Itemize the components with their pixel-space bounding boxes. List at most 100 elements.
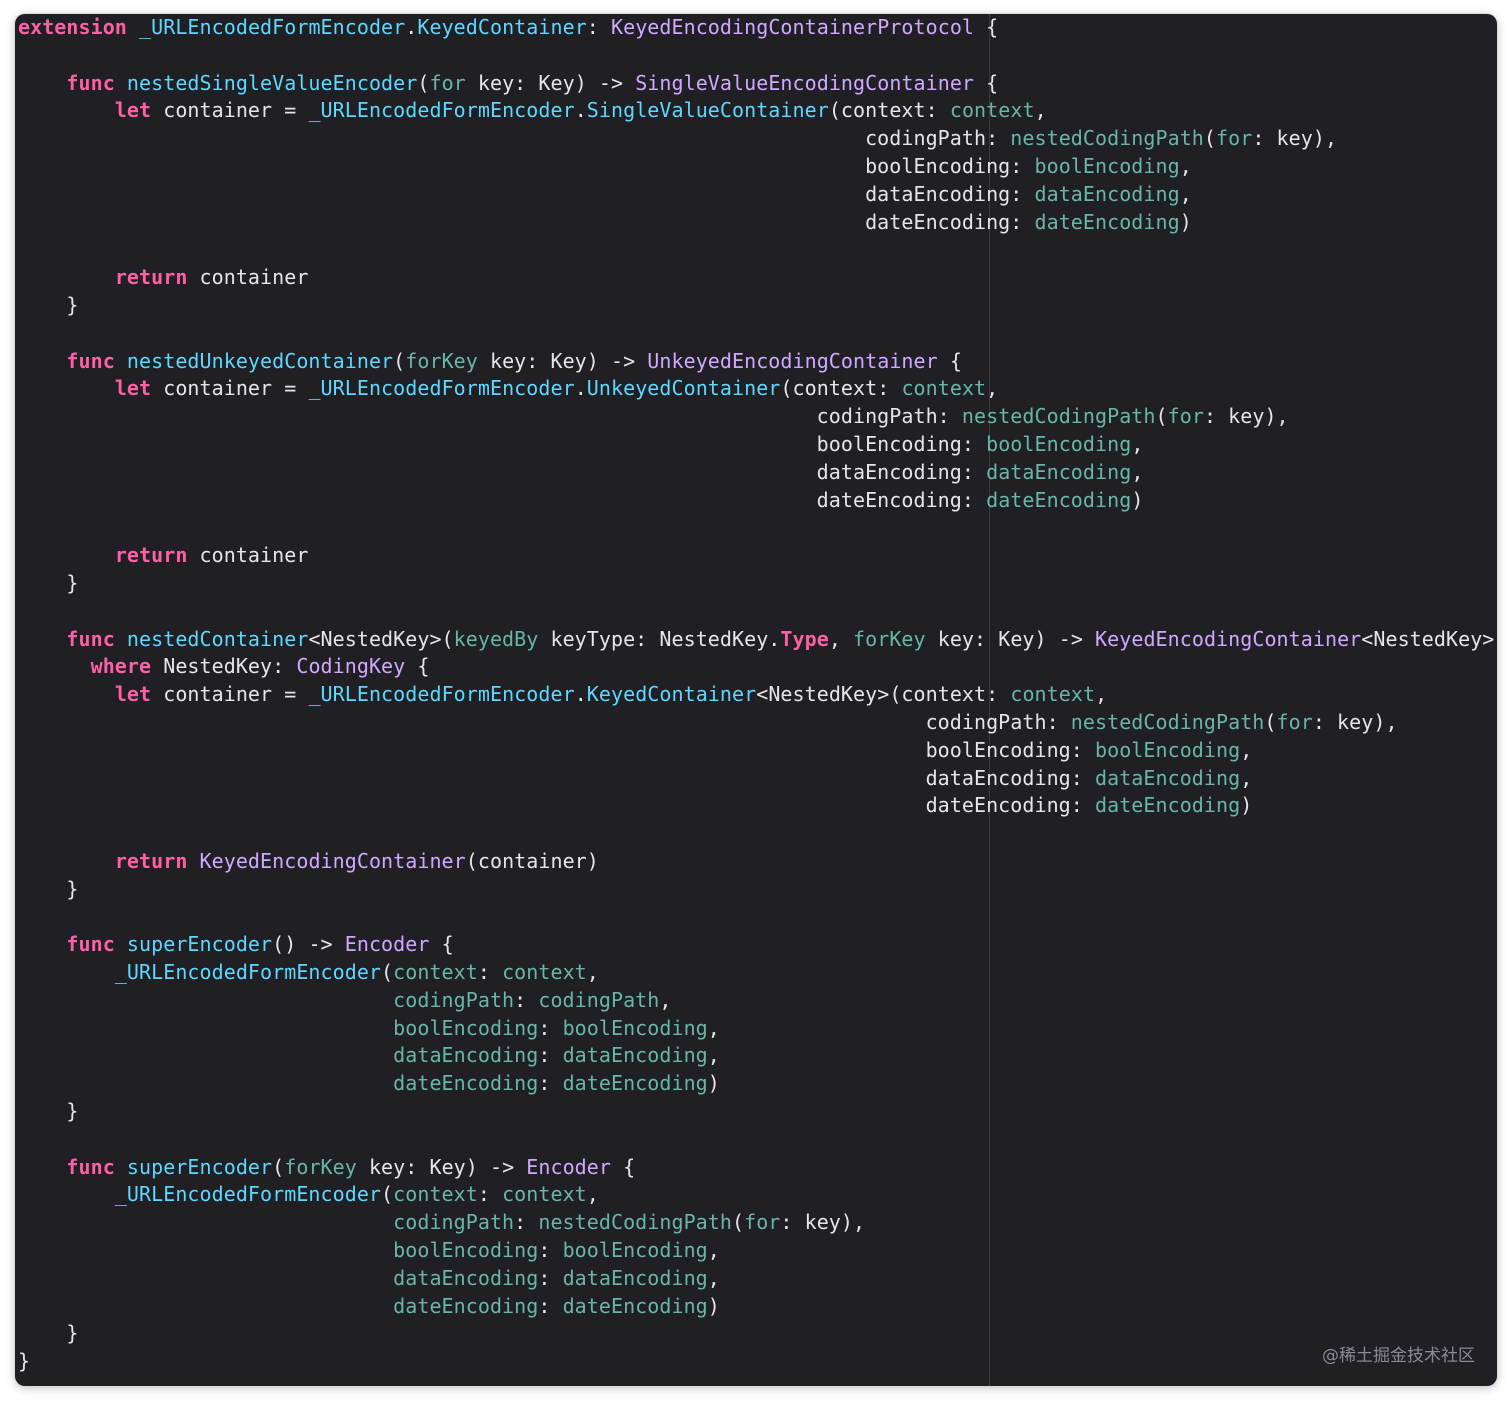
code-token: KeyedEncodingContainerProtocol xyxy=(611,15,975,39)
code-editor-window: extension _URLEncodedFormEncoder. KeyedCo… xyxy=(15,14,1497,1386)
code-token: dataEncoding xyxy=(1034,181,1180,206)
code-token: ( xyxy=(1203,126,1217,151)
code-token: ) xyxy=(707,1071,720,1096)
code-token: superEncoder xyxy=(126,1154,273,1179)
code-token: dateEncoding xyxy=(986,487,1132,512)
code-token: keyedBy xyxy=(453,626,539,651)
code-token: nestedCodingPath xyxy=(538,1210,732,1235)
code-token: } xyxy=(18,876,79,901)
code-token: ( xyxy=(417,70,430,95)
code-token: { xyxy=(405,654,430,679)
code-token: dateEncoding xyxy=(393,1071,539,1096)
code-token: () -> xyxy=(272,932,345,957)
code-token: dataEncoding xyxy=(393,1265,539,1290)
code-line: dataEncoding: dataEncoding, xyxy=(18,765,1494,793)
code-token: . xyxy=(574,376,587,401)
code-token: ( xyxy=(381,960,394,985)
code-line: func nestedUnkeyedContainer(forKey key: … xyxy=(18,348,1494,376)
code-token: ( xyxy=(381,1182,394,1207)
code-token: } xyxy=(18,1099,79,1124)
code-line: boolEncoding: boolEncoding, xyxy=(18,1237,1494,1265)
code-token: container xyxy=(187,543,309,568)
watermark: @稀土掘金技术社区 xyxy=(1322,1346,1475,1366)
code-line: _URLEncodedFormEncoder(context: context, xyxy=(18,959,1494,987)
code-token: boolEncoding xyxy=(393,1015,539,1040)
code-line: } xyxy=(18,1098,1494,1126)
code-line: dataEncoding: dataEncoding, xyxy=(18,459,1494,487)
code-token: NestedKey: xyxy=(151,654,297,679)
code-token: nestedUnkeyedContainer xyxy=(126,348,394,373)
code-token: boolEncoding xyxy=(562,1238,708,1263)
code-token: , xyxy=(1131,431,1144,456)
code-token: _URLEncodedFormEncoder xyxy=(114,960,382,985)
code-token: , xyxy=(1179,153,1192,178)
code-token: <NestedKey>( xyxy=(308,626,454,651)
code-token: key: Key) -> xyxy=(925,626,1096,651)
code-token: dataEncoding: xyxy=(18,181,1035,206)
code-token: , xyxy=(1240,737,1253,762)
code-token: codingPath: xyxy=(18,404,962,429)
code-token: boolEncoding: xyxy=(18,431,987,456)
code-line: dateEncoding: dateEncoding) xyxy=(18,1070,1494,1098)
code-token: for xyxy=(429,70,466,95)
code-token: SingleValueContainer xyxy=(586,98,829,123)
code-token: (context: xyxy=(780,376,902,401)
code-token: _URLEncodedFormEncoder xyxy=(308,376,575,401)
code-token: , xyxy=(586,960,599,985)
code-line: return container xyxy=(18,542,1494,570)
code-token: : xyxy=(538,1043,563,1068)
code-token: : key), xyxy=(1252,126,1338,151)
code-token: dataEncoding xyxy=(393,1043,539,1068)
code-token: , xyxy=(586,1182,599,1207)
code-line: dateEncoding: dateEncoding) xyxy=(18,209,1494,237)
code-line: dataEncoding: dataEncoding, xyxy=(18,181,1494,209)
code-token: _URLEncodedFormEncoder xyxy=(139,15,406,39)
code-token: dateEncoding xyxy=(1095,793,1241,818)
code-token: , xyxy=(707,1265,720,1290)
code-token: nestedContainer xyxy=(126,626,309,651)
code-line: func nestedSingleValueEncoder(for key: K… xyxy=(18,70,1494,98)
code-token: func xyxy=(66,1154,115,1179)
code-token: forKey xyxy=(853,626,926,651)
code-token: , xyxy=(986,376,999,401)
code-token: key: Key) -> xyxy=(477,348,648,373)
code-token: : xyxy=(538,1238,563,1263)
code-token: : xyxy=(586,15,611,39)
code-token: let xyxy=(114,376,152,401)
code-token: , xyxy=(1179,181,1192,206)
code-token: , xyxy=(828,626,854,651)
code-token: extension xyxy=(18,15,127,39)
code-token: ( xyxy=(1155,404,1168,429)
code-line: boolEncoding: boolEncoding, xyxy=(18,737,1494,765)
code-token: : xyxy=(538,1071,563,1096)
code-token: : key), xyxy=(1203,404,1289,429)
code-token: KeyedEncodingContainer xyxy=(199,848,466,873)
code-line: extension _URLEncodedFormEncoder.KeyedCo… xyxy=(18,14,1494,42)
code-token: : xyxy=(514,1210,539,1235)
code-token: : xyxy=(538,1015,563,1040)
code-token: for xyxy=(1167,404,1204,429)
code-block[interactable]: extension _URLEncodedFormEncoder. KeyedCo… xyxy=(18,14,1494,1376)
code-token: { xyxy=(429,932,454,957)
code-token: func xyxy=(66,70,115,95)
code-line: dateEncoding: dateEncoding) xyxy=(18,792,1494,820)
code-line: let container = _URLEncodedFormEncoder.U… xyxy=(18,375,1494,403)
code-token: . xyxy=(574,682,587,707)
code-token: KeyedEncodingContainer xyxy=(1095,626,1362,651)
code-token: KeyedContainer xyxy=(417,15,587,39)
